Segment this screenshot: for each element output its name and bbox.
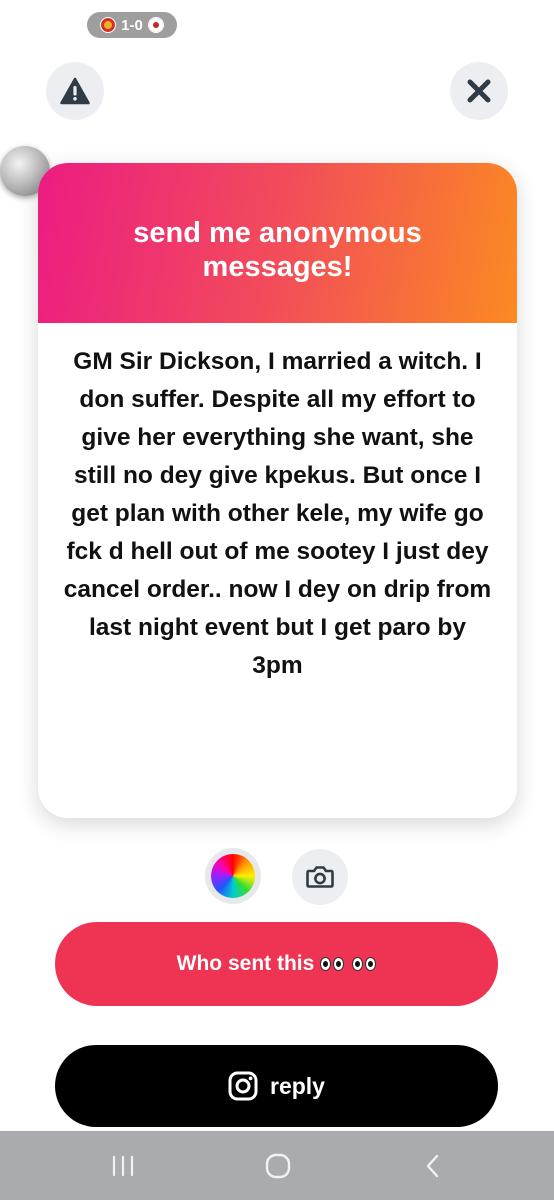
close-icon [467, 79, 491, 103]
warning-icon [60, 77, 90, 105]
camera-button[interactable] [292, 849, 348, 905]
card-title: send me anonymous messages! [133, 217, 422, 283]
live-score-pill[interactable]: 1-0 [87, 12, 177, 38]
home-icon [265, 1153, 291, 1179]
message-card: send me anonymous messages! GM Sir Dicks… [38, 163, 517, 818]
score-text: 1-0 [121, 16, 143, 34]
who-sent-this-button[interactable]: Who sent this [55, 922, 498, 1006]
system-navigation-bar [0, 1131, 554, 1200]
recents-icon [112, 1155, 134, 1177]
eyes-icon [352, 957, 377, 971]
team-badge-icon [100, 17, 117, 33]
recents-button[interactable] [108, 1151, 138, 1181]
back-button[interactable] [418, 1151, 448, 1181]
camera-icon [306, 866, 334, 888]
report-button[interactable] [46, 62, 104, 120]
card-header: send me anonymous messages! [38, 163, 517, 323]
close-button[interactable] [450, 62, 508, 120]
back-icon [426, 1154, 439, 1178]
reply-button[interactable]: reply [55, 1045, 498, 1127]
color-wheel-icon [211, 854, 255, 898]
team-badge-icon [147, 17, 164, 33]
instagram-icon [228, 1071, 258, 1101]
home-button[interactable] [263, 1151, 293, 1181]
color-picker-button[interactable] [205, 848, 261, 904]
eyes-icon [320, 957, 345, 971]
who-sent-label: Who sent this [176, 952, 315, 975]
message-text: GM Sir Dickson, I married a witch. I don… [63, 348, 492, 679]
reply-label: reply [270, 1072, 325, 1099]
